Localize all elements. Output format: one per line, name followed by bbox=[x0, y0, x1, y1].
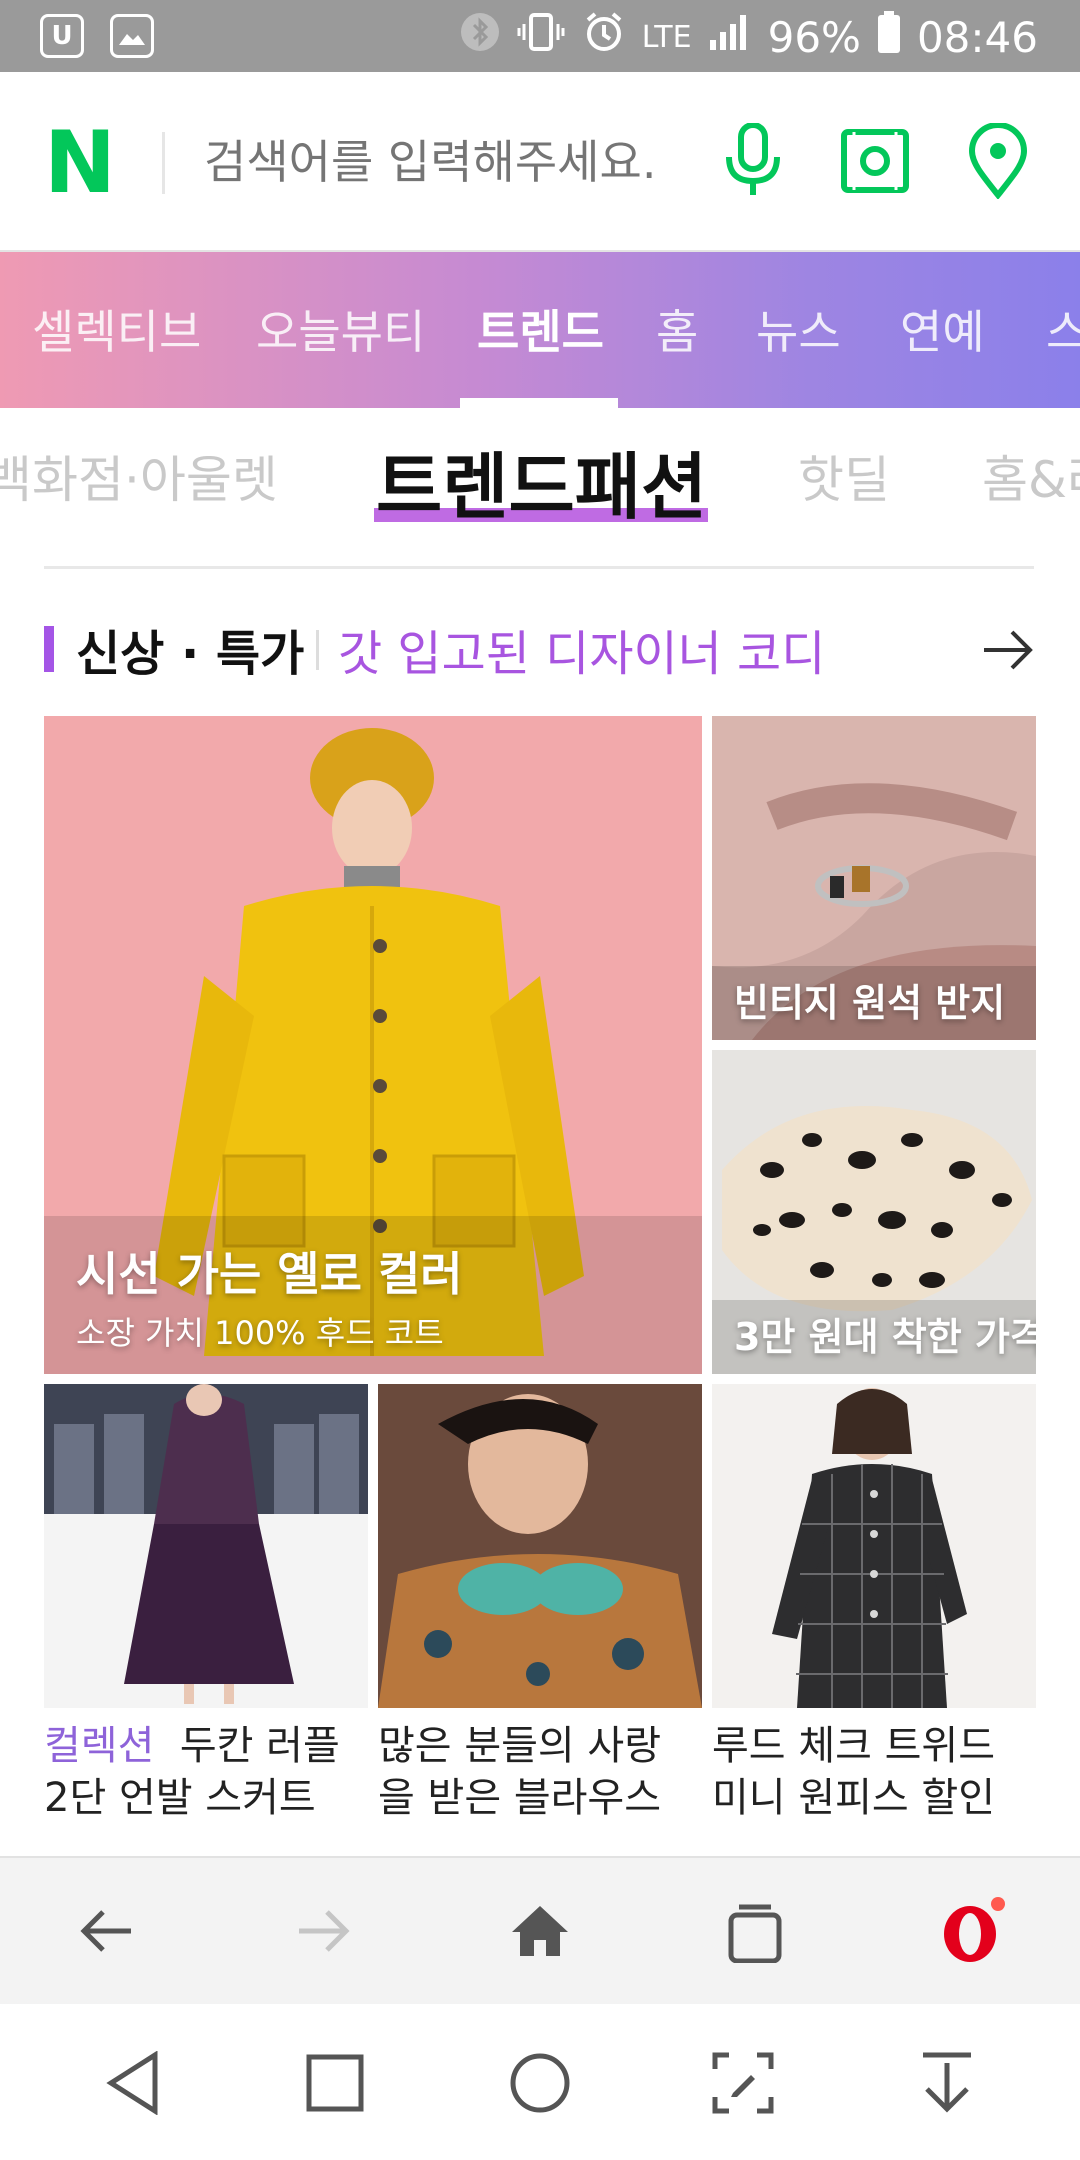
back-button[interactable] bbox=[62, 1888, 152, 1978]
camera-search-button[interactable] bbox=[830, 118, 920, 208]
product-name-line1: 두칸 러플 bbox=[179, 1723, 340, 1769]
nav-recents-button[interactable] bbox=[290, 2040, 380, 2130]
arrow-down-icon bbox=[917, 2051, 977, 2119]
tabs-button[interactable] bbox=[710, 1888, 800, 1978]
opera-logo-icon bbox=[938, 1896, 1008, 1970]
tab-today-beauty[interactable]: 오늘뷰티 bbox=[256, 296, 425, 362]
section-subtitle[interactable]: 갓 입고된 디자이너 코디 bbox=[338, 614, 825, 684]
featured-subtitle: 소장 가치 100% 후드 코트 bbox=[76, 1314, 444, 1352]
forward-button[interactable] bbox=[278, 1888, 368, 1978]
subtab-home-living[interactable]: 홈&라 bbox=[982, 440, 1080, 512]
gallery-icon bbox=[110, 14, 154, 58]
arrow-right-icon bbox=[295, 1908, 351, 1958]
category-tabs: 셀렉티브 오늘뷰티 트렌드 홈 뉴스 연예 스 bbox=[0, 252, 1080, 408]
ring-caption: 빈티지 원석 반지 bbox=[734, 981, 1006, 1025]
system-nav-bar bbox=[0, 2004, 1080, 2160]
product-name-line2: 2단 언발 스커트 bbox=[44, 1775, 316, 1821]
section-more-button[interactable] bbox=[980, 622, 1036, 678]
subtab-hot-deal[interactable]: 핫딜 bbox=[798, 440, 890, 512]
tab-news[interactable]: 뉴스 bbox=[756, 296, 841, 362]
tab-selective[interactable]: 셀렉티브 bbox=[32, 296, 201, 362]
search-divider bbox=[162, 132, 165, 194]
triangle-back-icon bbox=[103, 2050, 163, 2119]
product-name-line2: 미니 원피스 할인 bbox=[712, 1775, 996, 1821]
nav-capture-button[interactable] bbox=[698, 2040, 788, 2130]
circle-home-icon bbox=[508, 2051, 572, 2119]
vibrate-icon bbox=[516, 12, 566, 62]
nav-home-button[interactable] bbox=[495, 2040, 585, 2130]
camera-lens-icon bbox=[840, 128, 910, 198]
home-button[interactable] bbox=[495, 1888, 585, 1978]
section-marker bbox=[44, 626, 54, 672]
bluetooth-icon bbox=[460, 12, 500, 62]
subtab-trend-fashion[interactable]: 트렌드패션 bbox=[376, 428, 707, 533]
section-separator bbox=[316, 630, 319, 670]
u-plus-icon: U bbox=[40, 14, 84, 58]
product-label-dress[interactable]: 루드 체크 트위드 미니 원피스 할인 bbox=[712, 1720, 995, 1824]
subtab-department-outlet[interactable]: 백화점·아울렛 bbox=[0, 440, 278, 512]
scarf-tile[interactable]: 3만 원대 착한 가격 bbox=[712, 1050, 1036, 1374]
product-name-line2: 을 받은 블라우스 bbox=[378, 1775, 662, 1821]
status-right: LTE 96% 08:46 bbox=[460, 10, 1038, 64]
tab-trend[interactable]: 트렌드 bbox=[477, 296, 604, 362]
search-input[interactable] bbox=[204, 122, 704, 202]
battery-icon bbox=[877, 10, 901, 64]
tab-home[interactable]: 홈 bbox=[656, 296, 698, 362]
tabs-icon bbox=[725, 1899, 785, 1967]
capture-edit-icon bbox=[711, 2051, 775, 2119]
mic-icon bbox=[721, 122, 785, 203]
battery-percent: 96% bbox=[767, 12, 861, 62]
home-icon bbox=[510, 1904, 570, 1962]
featured-coat-tile[interactable]: 시선 가는 옐로 컬러 소장 가치 100% 후드 코트 bbox=[44, 716, 702, 1374]
product-image-blouse[interactable] bbox=[378, 1384, 702, 1708]
tab-sports[interactable]: 스 bbox=[1046, 296, 1080, 362]
mic-button[interactable] bbox=[708, 118, 798, 208]
square-recents-icon bbox=[305, 2053, 365, 2117]
status-left: U bbox=[40, 14, 154, 58]
product-image-dress[interactable] bbox=[712, 1384, 1036, 1708]
status-bar: U LTE 96% 08:46 bbox=[0, 0, 1080, 72]
arrow-right-icon bbox=[980, 630, 1036, 682]
browser-toolbar bbox=[0, 1856, 1080, 2004]
nav-notification-button[interactable] bbox=[902, 2040, 992, 2130]
arrow-left-icon bbox=[79, 1908, 135, 1958]
product-name-line1: 많은 분들의 사랑 bbox=[378, 1723, 662, 1769]
product-image-skirt[interactable] bbox=[44, 1384, 368, 1708]
tab-entertainment[interactable]: 연예 bbox=[900, 296, 985, 362]
clock: 08:46 bbox=[916, 12, 1038, 62]
product-label-blouse[interactable]: 많은 분들의 사랑 을 받은 블라우스 bbox=[378, 1720, 661, 1824]
search-header: N bbox=[0, 72, 1080, 252]
tweed-dress-image bbox=[712, 1384, 1036, 1708]
blouse-model-image bbox=[378, 1384, 702, 1708]
ring-tile[interactable]: 빈티지 원석 반지 bbox=[712, 716, 1036, 1040]
lte-icon: LTE bbox=[641, 19, 692, 55]
nav-back-button[interactable] bbox=[88, 2040, 178, 2130]
alarm-icon bbox=[582, 10, 626, 64]
product-label-skirt[interactable]: 컬렉션 두칸 러플 2단 언발 스커트 bbox=[44, 1720, 340, 1824]
collection-tag: 컬렉션 bbox=[44, 1723, 155, 1769]
divider bbox=[44, 566, 1034, 569]
location-button[interactable] bbox=[953, 118, 1043, 208]
product-name-line1: 루드 체크 트위드 bbox=[712, 1723, 996, 1769]
signal-icon bbox=[708, 12, 752, 62]
location-pin-icon bbox=[968, 122, 1028, 203]
section-title: 신상 · 특가 bbox=[76, 626, 305, 682]
scarf-caption: 3만 원대 착한 가격 bbox=[734, 1315, 1036, 1359]
runway-image bbox=[44, 1384, 368, 1708]
tab-active-indicator bbox=[460, 398, 618, 408]
opera-menu-button[interactable] bbox=[928, 1888, 1018, 1978]
naver-logo[interactable]: N bbox=[44, 120, 118, 206]
featured-title: 시선 가는 옐로 컬러 bbox=[76, 1247, 463, 1301]
